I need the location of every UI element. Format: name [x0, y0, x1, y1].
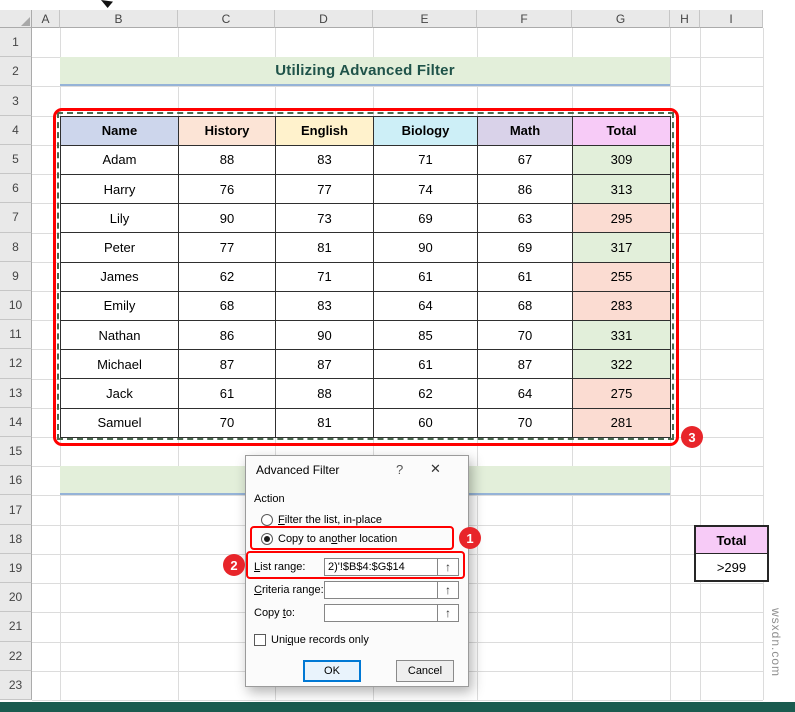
step-badge-1: 1 [459, 527, 481, 549]
row-header-11[interactable]: 11 [0, 320, 32, 350]
row-header-15[interactable]: 15 [0, 437, 32, 467]
row-header-23[interactable]: 23 [0, 670, 32, 700]
row-header-8[interactable]: 8 [0, 232, 32, 262]
unique-records-label: Unique records only [271, 634, 369, 646]
row-header-3[interactable]: 3 [0, 86, 32, 116]
watermark: wsxdn.com [769, 608, 783, 678]
radio-label-filter-in-place: Filter the list, in-place [278, 514, 382, 526]
copy-to-row: Copy to: ↑ [254, 604, 459, 622]
help-icon[interactable]: ? [396, 462, 403, 477]
gridline [763, 28, 764, 700]
unique-records-row[interactable]: Unique records only [254, 633, 369, 647]
row-header-9[interactable]: 9 [0, 261, 32, 291]
row-header-20[interactable]: 20 [0, 583, 32, 613]
radio-button-icon[interactable] [261, 514, 273, 526]
criteria-value-cell[interactable]: >299 [696, 554, 767, 580]
annotation-box-range [246, 551, 465, 579]
gridline [32, 86, 763, 88]
row-header-22[interactable]: 22 [0, 641, 32, 671]
row-header-21[interactable]: 21 [0, 612, 32, 642]
excel-sheet-canvas: Utilizing Advanced Filter Total >299 Adv… [0, 0, 795, 712]
row-header-13[interactable]: 13 [0, 378, 32, 408]
bottom-bar [0, 702, 795, 712]
column-header-B[interactable]: B [60, 10, 178, 28]
step-badge-3: 3 [681, 426, 703, 448]
row-header-6[interactable]: 6 [0, 174, 32, 204]
close-icon[interactable]: ✕ [430, 461, 441, 477]
range-selector-icon[interactable]: ↑ [438, 581, 459, 599]
column-header-E[interactable]: E [373, 10, 477, 28]
row-header-4[interactable]: 4 [0, 115, 32, 145]
gridline [700, 28, 701, 700]
column-header-C[interactable]: C [178, 10, 275, 28]
gridline [32, 699, 763, 701]
dialog-title: Advanced Filter [256, 463, 340, 477]
criteria-range-label: Criteria range: [254, 584, 324, 596]
annotation-box-table [53, 108, 679, 446]
criteria-range-row: Criteria range: ↑ [254, 581, 459, 599]
row-header-14[interactable]: 14 [0, 407, 32, 438]
column-header-A[interactable]: A [32, 10, 60, 28]
column-header-F[interactable]: F [477, 10, 572, 28]
column-header-D[interactable]: D [275, 10, 373, 28]
row-header-17[interactable]: 17 [0, 495, 32, 525]
criteria-table: Total >299 [694, 525, 769, 582]
cancel-button[interactable]: Cancel [396, 660, 454, 682]
step-badge-2: 2 [223, 554, 245, 576]
annotation-box-radio [250, 526, 454, 550]
row-header-18[interactable]: 18 [0, 524, 32, 554]
copy-to-label: Copy to: [254, 607, 295, 619]
range-selector-icon[interactable]: ↑ [438, 604, 459, 622]
criteria-range-input[interactable] [324, 581, 438, 599]
ok-button[interactable]: OK [303, 660, 361, 682]
row-header-19[interactable]: 19 [0, 553, 32, 584]
column-header-G[interactable]: G [572, 10, 670, 28]
copy-to-input[interactable] [324, 604, 438, 622]
title-banner: Utilizing Advanced Filter [60, 57, 670, 87]
row-header-2[interactable]: 2 [0, 57, 32, 87]
row-header-16[interactable]: 16 [0, 466, 32, 496]
row-header-12[interactable]: 12 [0, 349, 32, 379]
row-header-10[interactable]: 10 [0, 290, 32, 321]
screenshot-artifact [101, 0, 113, 8]
select-all-corner[interactable] [0, 10, 32, 28]
row-header-5[interactable]: 5 [0, 144, 32, 175]
unique-records-checkbox[interactable] [254, 634, 266, 646]
column-header-I[interactable]: I [700, 10, 763, 28]
column-header-H[interactable]: H [670, 10, 700, 28]
row-header-7[interactable]: 7 [0, 203, 32, 233]
criteria-header-cell[interactable]: Total [696, 527, 767, 554]
action-group-label: Action [254, 493, 285, 505]
row-header-1[interactable]: 1 [0, 28, 32, 58]
